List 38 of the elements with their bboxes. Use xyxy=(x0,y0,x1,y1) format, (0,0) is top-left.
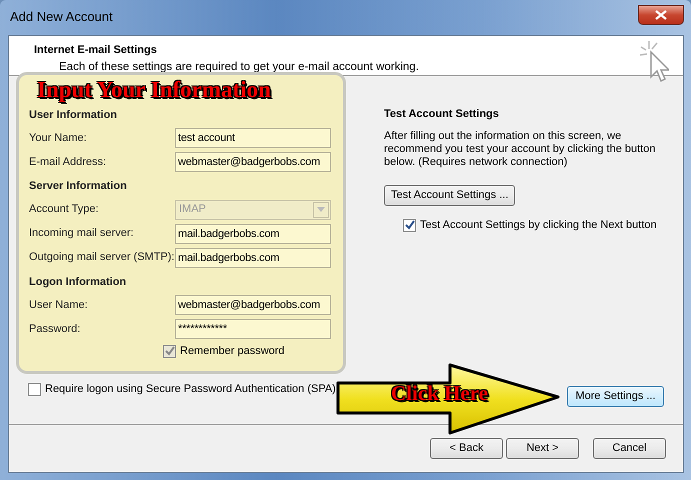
annotation-title: Input Your Information xyxy=(36,76,271,101)
caret-icon xyxy=(317,207,325,212)
test-settings-button[interactable]: Test Account Settings ... xyxy=(384,185,516,206)
checkbox-label: Require logon using Secure Password Authentication (SPA) xyxy=(45,382,336,397)
input-field[interactable]: mail.badgerbobs.com xyxy=(175,224,331,244)
close-button[interactable] xyxy=(638,5,684,25)
input-field[interactable]: webmaster@badgerbobs.com xyxy=(175,152,331,172)
field-label: Outgoing mail server (SMTP): xyxy=(29,250,175,266)
checkbox[interactable] xyxy=(28,382,41,396)
close-icon xyxy=(655,10,667,20)
description-text: After filling out the information on this screen, we recommend you test your account by clicking the button below. (Requires network connection) xyxy=(384,130,656,170)
checkbox[interactable] xyxy=(403,218,416,232)
checkbox-label: Test Account Settings by clicking the Next button xyxy=(420,218,657,234)
field-label: E-mail Address: xyxy=(29,154,108,170)
dropdown-field: IMAP xyxy=(175,200,331,220)
section-heading: Logon Information xyxy=(29,274,126,290)
section-heading: User Information xyxy=(29,108,118,122)
back-button[interactable]: < Back xyxy=(430,438,503,459)
section-heading: Server Information xyxy=(29,179,127,194)
checkbox[interactable] xyxy=(163,344,176,358)
input-field[interactable]: webmaster@badgerbobs.com xyxy=(175,295,331,315)
annotation-label: Click Here xyxy=(391,383,488,404)
field-label: Incoming mail server: xyxy=(29,226,135,242)
field-label: User Name: xyxy=(29,298,89,313)
field-label: Your Name: xyxy=(29,130,88,146)
header-title: Internet E-mail Settings xyxy=(34,43,158,58)
more-settings-button[interactable]: More Settings ... xyxy=(567,386,664,407)
input-field[interactable]: test account xyxy=(175,128,331,148)
next-button[interactable]: Next > xyxy=(506,438,579,459)
cancel-button[interactable]: Cancel xyxy=(593,438,666,459)
header-subtitle: Each of these settings are required to get your e-mail account working. xyxy=(58,60,419,74)
window-title: Add New Account xyxy=(10,8,114,26)
field-label: Account Type: xyxy=(29,202,100,218)
input-field[interactable]: mail.badgerbobs.com xyxy=(175,248,331,268)
input-field[interactable]: ************ xyxy=(175,319,331,339)
section-heading: Test Account Settings xyxy=(384,107,500,122)
field-label: Password: xyxy=(29,322,82,337)
checkbox-label: Remember password xyxy=(180,344,285,359)
